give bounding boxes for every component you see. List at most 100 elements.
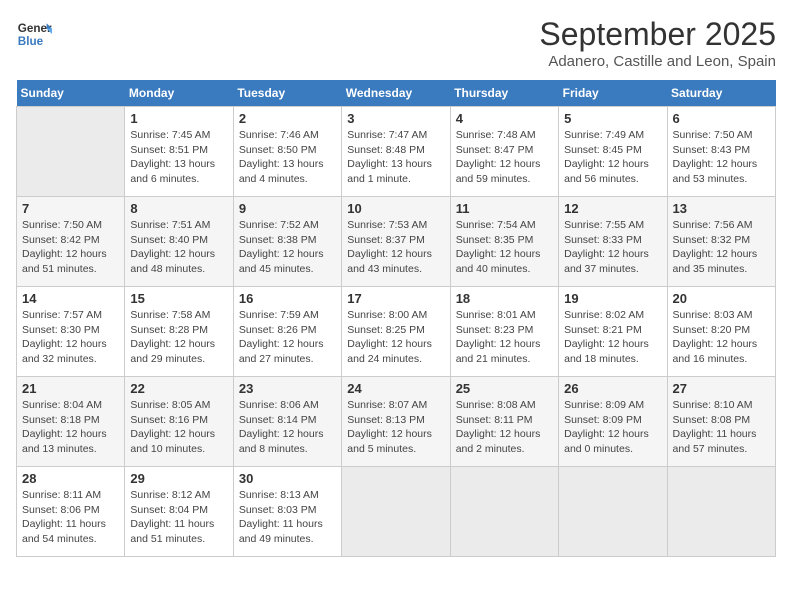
day-info: Sunrise: 8:06 AM Sunset: 8:14 PM Dayligh…	[239, 398, 336, 457]
month-title: September 2025	[539, 16, 776, 53]
day-info: Sunrise: 7:57 AM Sunset: 8:30 PM Dayligh…	[22, 308, 119, 367]
day-info: Sunrise: 7:53 AM Sunset: 8:37 PM Dayligh…	[347, 218, 444, 277]
location-subtitle: Adanero, Castille and Leon, Spain	[539, 53, 776, 70]
calendar-cell: 18 Sunrise: 8:01 AM Sunset: 8:23 PM Dayli…	[450, 287, 558, 377]
calendar-cell: 5 Sunrise: 7:49 AM Sunset: 8:45 PM Daylig…	[559, 107, 667, 197]
calendar-cell: 2 Sunrise: 7:46 AM Sunset: 8:50 PM Daylig…	[233, 107, 341, 197]
day-info: Sunrise: 7:52 AM Sunset: 8:38 PM Dayligh…	[239, 218, 336, 277]
calendar-week-2: 7 Sunrise: 7:50 AM Sunset: 8:42 PM Daylig…	[17, 197, 776, 287]
logo-icon: General Blue	[16, 16, 52, 52]
day-info: Sunrise: 8:05 AM Sunset: 8:16 PM Dayligh…	[130, 398, 227, 457]
calendar-cell: 30Sunrise: 8:13 AM Sunset: 8:03 PM Dayli…	[233, 467, 341, 557]
day-info: Sunrise: 8:08 AM Sunset: 8:11 PM Dayligh…	[456, 398, 553, 457]
day-number: 30	[239, 471, 336, 486]
day-number: 11	[456, 201, 553, 216]
day-info: Sunrise: 8:12 AM Sunset: 8:04 PM Dayligh…	[130, 488, 227, 547]
day-number: 15	[130, 291, 227, 306]
day-number: 28	[22, 471, 119, 486]
calendar-cell	[559, 467, 667, 557]
day-info: Sunrise: 7:46 AM Sunset: 8:50 PM Dayligh…	[239, 128, 336, 187]
calendar-cell: 22 Sunrise: 8:05 AM Sunset: 8:16 PM Dayli…	[125, 377, 233, 467]
calendar-cell: 17Sunrise: 8:00 AM Sunset: 8:25 PM Dayli…	[342, 287, 450, 377]
day-info: Sunrise: 7:54 AM Sunset: 8:35 PM Dayligh…	[456, 218, 553, 277]
day-number: 27	[673, 381, 770, 396]
calendar-cell: 26Sunrise: 8:09 AM Sunset: 8:09 PM Dayli…	[559, 377, 667, 467]
weekday-header-row: SundayMondayTuesdayWednesdayThursdayFrid…	[17, 80, 776, 107]
day-info: Sunrise: 7:48 AM Sunset: 8:47 PM Dayligh…	[456, 128, 553, 187]
day-number: 4	[456, 111, 553, 126]
day-info: Sunrise: 8:07 AM Sunset: 8:13 PM Dayligh…	[347, 398, 444, 457]
day-number: 16	[239, 291, 336, 306]
calendar-cell	[667, 467, 775, 557]
day-number: 24	[347, 381, 444, 396]
day-number: 7	[22, 201, 119, 216]
calendar-week-4: 21 Sunrise: 8:04 AM Sunset: 8:18 PM Dayli…	[17, 377, 776, 467]
day-number: 18	[456, 291, 553, 306]
day-number: 13	[673, 201, 770, 216]
day-number: 9	[239, 201, 336, 216]
calendar-cell: 24 Sunrise: 8:07 AM Sunset: 8:13 PM Dayli…	[342, 377, 450, 467]
day-number: 21	[22, 381, 119, 396]
day-number: 6	[673, 111, 770, 126]
calendar-cell: 16 Sunrise: 7:59 AM Sunset: 8:26 PM Dayli…	[233, 287, 341, 377]
calendar-cell: 25 Sunrise: 8:08 AM Sunset: 8:11 PM Dayli…	[450, 377, 558, 467]
day-number: 2	[239, 111, 336, 126]
day-number: 14	[22, 291, 119, 306]
day-info: Sunrise: 8:11 AM Sunset: 8:06 PM Dayligh…	[22, 488, 119, 547]
day-info: Sunrise: 7:49 AM Sunset: 8:45 PM Dayligh…	[564, 128, 661, 187]
calendar-week-1: 1Sunrise: 7:45 AM Sunset: 8:51 PM Daylig…	[17, 107, 776, 197]
svg-text:Blue: Blue	[18, 35, 44, 48]
day-info: Sunrise: 8:03 AM Sunset: 8:20 PM Dayligh…	[673, 308, 770, 367]
day-number: 10	[347, 201, 444, 216]
weekday-header-saturday: Saturday	[667, 80, 775, 107]
calendar-cell: 11 Sunrise: 7:54 AM Sunset: 8:35 PM Dayli…	[450, 197, 558, 287]
calendar-cell: 7 Sunrise: 7:50 AM Sunset: 8:42 PM Daylig…	[17, 197, 125, 287]
day-info: Sunrise: 7:50 AM Sunset: 8:42 PM Dayligh…	[22, 218, 119, 277]
day-number: 17	[347, 291, 444, 306]
calendar-cell	[342, 467, 450, 557]
calendar-cell: 19Sunrise: 8:02 AM Sunset: 8:21 PM Dayli…	[559, 287, 667, 377]
calendar-body: 1Sunrise: 7:45 AM Sunset: 8:51 PM Daylig…	[17, 107, 776, 557]
day-number: 29	[130, 471, 227, 486]
page-header: General Blue September 2025 Adanero, Cas…	[16, 16, 776, 70]
day-info: Sunrise: 7:56 AM Sunset: 8:32 PM Dayligh…	[673, 218, 770, 277]
calendar-cell: 10 Sunrise: 7:53 AM Sunset: 8:37 PM Dayli…	[342, 197, 450, 287]
day-info: Sunrise: 7:59 AM Sunset: 8:26 PM Dayligh…	[239, 308, 336, 367]
weekday-header-sunday: Sunday	[17, 80, 125, 107]
calendar-cell: 1Sunrise: 7:45 AM Sunset: 8:51 PM Daylig…	[125, 107, 233, 197]
calendar-cell: 23 Sunrise: 8:06 AM Sunset: 8:14 PM Dayli…	[233, 377, 341, 467]
day-info: Sunrise: 8:01 AM Sunset: 8:23 PM Dayligh…	[456, 308, 553, 367]
day-number: 23	[239, 381, 336, 396]
day-number: 22	[130, 381, 227, 396]
calendar-cell	[450, 467, 558, 557]
day-info: Sunrise: 7:50 AM Sunset: 8:43 PM Dayligh…	[673, 128, 770, 187]
day-number: 12	[564, 201, 661, 216]
calendar-cell: 3 Sunrise: 7:47 AM Sunset: 8:48 PM Daylig…	[342, 107, 450, 197]
calendar-cell: 13 Sunrise: 7:56 AM Sunset: 8:32 PM Dayli…	[667, 197, 775, 287]
calendar-week-5: 28 Sunrise: 8:11 AM Sunset: 8:06 PM Dayli…	[17, 467, 776, 557]
day-number: 3	[347, 111, 444, 126]
day-number: 20	[673, 291, 770, 306]
day-number: 8	[130, 201, 227, 216]
calendar-table: SundayMondayTuesdayWednesdayThursdayFrid…	[16, 80, 776, 557]
day-number: 25	[456, 381, 553, 396]
calendar-cell: 9 Sunrise: 7:52 AM Sunset: 8:38 PM Daylig…	[233, 197, 341, 287]
calendar-cell: 8 Sunrise: 7:51 AM Sunset: 8:40 PM Daylig…	[125, 197, 233, 287]
weekday-header-monday: Monday	[125, 80, 233, 107]
weekday-header-friday: Friday	[559, 80, 667, 107]
day-info: Sunrise: 7:51 AM Sunset: 8:40 PM Dayligh…	[130, 218, 227, 277]
day-info: Sunrise: 7:47 AM Sunset: 8:48 PM Dayligh…	[347, 128, 444, 187]
calendar-cell: 21 Sunrise: 8:04 AM Sunset: 8:18 PM Dayli…	[17, 377, 125, 467]
day-info: Sunrise: 8:04 AM Sunset: 8:18 PM Dayligh…	[22, 398, 119, 457]
calendar-cell: 15Sunrise: 7:58 AM Sunset: 8:28 PM Dayli…	[125, 287, 233, 377]
day-info: Sunrise: 8:10 AM Sunset: 8:08 PM Dayligh…	[673, 398, 770, 457]
logo: General Blue	[16, 16, 52, 52]
day-info: Sunrise: 8:02 AM Sunset: 8:21 PM Dayligh…	[564, 308, 661, 367]
calendar-cell	[17, 107, 125, 197]
calendar-cell: 4 Sunrise: 7:48 AM Sunset: 8:47 PM Daylig…	[450, 107, 558, 197]
calendar-cell: 20 Sunrise: 8:03 AM Sunset: 8:20 PM Dayli…	[667, 287, 775, 377]
weekday-header-thursday: Thursday	[450, 80, 558, 107]
calendar-cell: 6 Sunrise: 7:50 AM Sunset: 8:43 PM Daylig…	[667, 107, 775, 197]
day-number: 5	[564, 111, 661, 126]
title-block: September 2025 Adanero, Castille and Leo…	[539, 16, 776, 70]
